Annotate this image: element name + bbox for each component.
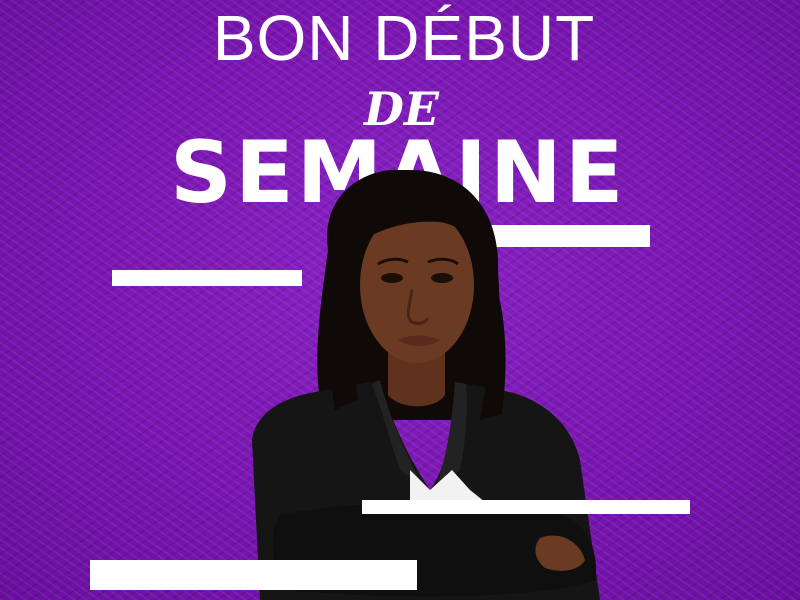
- eye-right: [431, 273, 453, 283]
- eye-left: [381, 273, 403, 283]
- accent-bar-right-bottom: [362, 500, 690, 514]
- accent-bar-left-bottom: [90, 560, 417, 590]
- headline-line-1: BON DÉBUT: [212, 2, 596, 74]
- woman-portrait-illustration: [252, 170, 600, 600]
- poster-canvas: BON DÉBUT DE SEMAINE: [0, 0, 800, 600]
